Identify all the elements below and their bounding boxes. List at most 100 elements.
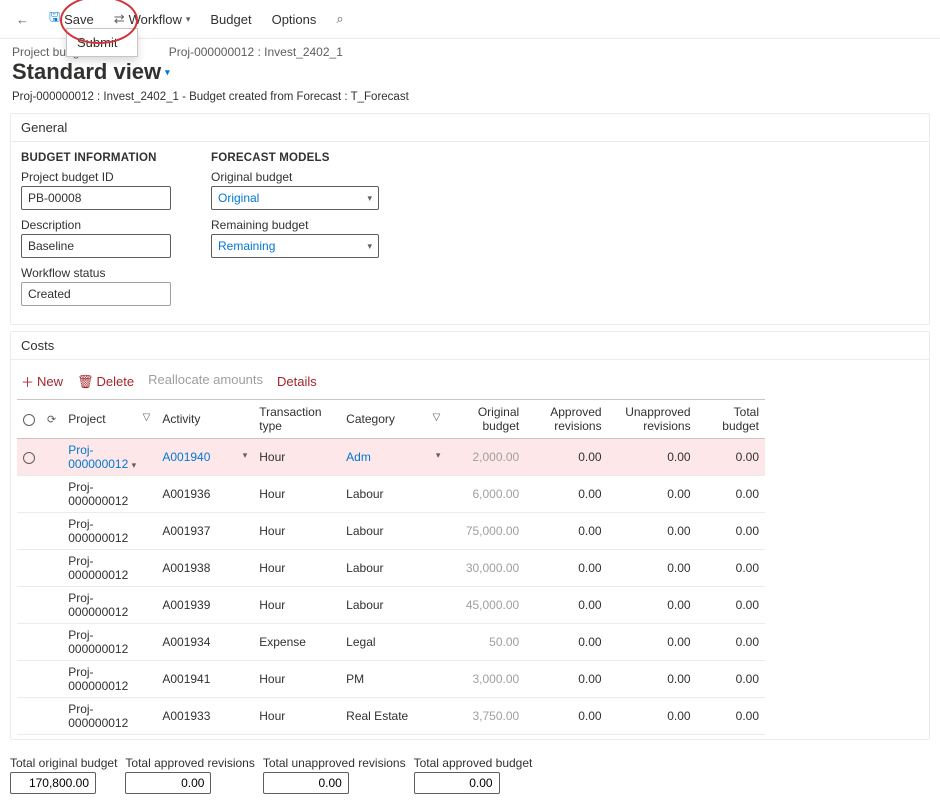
budget-button[interactable]: Budget [202, 8, 259, 31]
cell-activity[interactable]: A001940 ▾ [156, 439, 253, 476]
cell-total: 0.00 [697, 698, 765, 735]
options-button[interactable]: Options [264, 8, 325, 31]
cell-total: 0.00 [697, 624, 765, 661]
chevron-down-icon: ▾ [367, 241, 372, 252]
cell-unappr: 0.00 [608, 550, 697, 587]
cell-txn: Hour [253, 476, 340, 513]
cell-orig: 75,000.00 [446, 513, 525, 550]
details-button[interactable]: Details [277, 372, 317, 391]
cell-project[interactable]: Proj-000000012 [62, 587, 156, 624]
delete-button[interactable]: 🗑 Delete [77, 372, 134, 391]
totals-row: Total original budget Total approved rev… [0, 746, 940, 808]
cell-activity[interactable]: A001939 [156, 587, 253, 624]
cell-project[interactable]: Proj-000000012 [62, 550, 156, 587]
cell-activity[interactable]: A001933 [156, 698, 253, 735]
cell-activity[interactable]: A001941 [156, 661, 253, 698]
cell-unappr: 0.00 [608, 661, 697, 698]
row-select[interactable] [17, 476, 41, 513]
cell-activity[interactable]: A001934 [156, 624, 253, 661]
col-category[interactable]: Category▽ [340, 400, 446, 439]
back-button[interactable] [8, 8, 37, 31]
cell-category[interactable]: Labour [340, 476, 446, 513]
cell-category[interactable]: Labour [340, 550, 446, 587]
col-project[interactable]: Project▽ [62, 400, 156, 439]
cell-unappr: 0.00 [608, 698, 697, 735]
cell-category[interactable]: Legal [340, 624, 446, 661]
cell-project[interactable]: Proj-000000012 [62, 624, 156, 661]
row-select[interactable] [17, 513, 41, 550]
cell-appr: 0.00 [525, 513, 607, 550]
total-approved-input[interactable] [414, 772, 500, 794]
cell-total: 0.00 [697, 587, 765, 624]
row-select[interactable] [17, 587, 41, 624]
table-row[interactable]: Proj-000000012A001941HourPM3,000.000.000… [17, 661, 765, 698]
general-section: General BUDGET INFORMATION Project budge… [10, 113, 930, 325]
table-row[interactable]: Proj-000000012 ▾A001940 ▾HourAdm ▾2,000.… [17, 439, 765, 476]
col-select[interactable] [17, 400, 41, 439]
table-row[interactable]: Proj-000000012A001933HourReal Estate3,75… [17, 698, 765, 735]
cell-total: 0.00 [697, 476, 765, 513]
cell-txn: Hour [253, 698, 340, 735]
rem-budget-select[interactable]: Remaining▾ [211, 234, 379, 258]
cell-project[interactable]: Proj-000000012 [62, 698, 156, 735]
col-unappr[interactable]: Unapproved revisions [608, 400, 697, 439]
cell-total: 0.00 [697, 439, 765, 476]
costs-toolbar: ＋ New 🗑 Delete Reallocate amounts Detail… [17, 364, 923, 399]
col-activity[interactable]: Activity [156, 400, 253, 439]
new-button[interactable]: ＋ New [21, 372, 63, 391]
col-orig[interactable]: Original budget [446, 400, 525, 439]
cell-category[interactable]: Real Estate [340, 698, 446, 735]
cell-appr: 0.00 [525, 550, 607, 587]
table-row[interactable]: Proj-000000012A001939HourLabour45,000.00… [17, 587, 765, 624]
cell-orig: 6,000.00 [446, 476, 525, 513]
total-appr-label: Total approved revisions [125, 756, 254, 770]
col-appr[interactable]: Approved revisions [525, 400, 607, 439]
orig-budget-select[interactable]: Original▾ [211, 186, 379, 210]
cell-category[interactable]: Labour [340, 587, 446, 624]
cell-category[interactable]: PM [340, 661, 446, 698]
workflow-submit-item[interactable]: Submit [67, 29, 137, 56]
costs-header[interactable]: Costs [11, 332, 929, 360]
cell-appr: 0.00 [525, 476, 607, 513]
breadcrumb-proj: Proj-000000012 : Invest_2402_1 [169, 45, 343, 59]
cell-activity[interactable]: A001936 [156, 476, 253, 513]
row-select[interactable] [17, 661, 41, 698]
row-select[interactable] [17, 439, 41, 476]
general-header[interactable]: General [11, 114, 929, 142]
row-select[interactable] [17, 550, 41, 587]
cell-activity[interactable]: A001937 [156, 513, 253, 550]
total-unappr-input[interactable] [263, 772, 349, 794]
cell-project[interactable]: Proj-000000012 [62, 513, 156, 550]
total-orig-input[interactable] [10, 772, 96, 794]
table-row[interactable]: Proj-000000012A001936HourLabour6,000.000… [17, 476, 765, 513]
chevron-down-icon: ▾ [165, 67, 170, 78]
budget-id-value: PB-00008 [28, 191, 81, 205]
table-row[interactable]: Proj-000000012A001938HourLabour30,000.00… [17, 550, 765, 587]
search-button[interactable] [328, 7, 351, 31]
page-title[interactable]: Standard view ▾ [0, 59, 940, 91]
new-label: New [37, 374, 63, 389]
budget-id-input[interactable]: PB-00008 [21, 186, 171, 210]
delete-label: Delete [97, 374, 135, 389]
total-appr-input[interactable] [125, 772, 211, 794]
save-label: Save [64, 12, 94, 27]
workflow-label: Workflow [129, 12, 182, 27]
row-select[interactable] [17, 624, 41, 661]
toolbar: Save ⇄Workflow ▾ Budget Options Submit [0, 0, 940, 39]
forecast-heading: FORECAST MODELS [211, 152, 379, 164]
col-txn[interactable]: Transaction type [253, 400, 340, 439]
cell-orig: 30,000.00 [446, 550, 525, 587]
table-row[interactable]: Proj-000000012A001937HourLabour75,000.00… [17, 513, 765, 550]
col-refresh[interactable] [41, 400, 62, 439]
row-select[interactable] [17, 698, 41, 735]
cell-project[interactable]: Proj-000000012 [62, 661, 156, 698]
table-row[interactable]: Proj-000000012A001934ExpenseLegal50.000.… [17, 624, 765, 661]
cell-project[interactable]: Proj-000000012 ▾ [62, 439, 156, 476]
cell-appr: 0.00 [525, 698, 607, 735]
col-total[interactable]: Total budget [697, 400, 765, 439]
cell-project[interactable]: Proj-000000012 [62, 476, 156, 513]
description-input[interactable]: Baseline [21, 234, 171, 258]
cell-category[interactable]: Labour [340, 513, 446, 550]
cell-category[interactable]: Adm ▾ [340, 439, 446, 476]
cell-activity[interactable]: A001938 [156, 550, 253, 587]
